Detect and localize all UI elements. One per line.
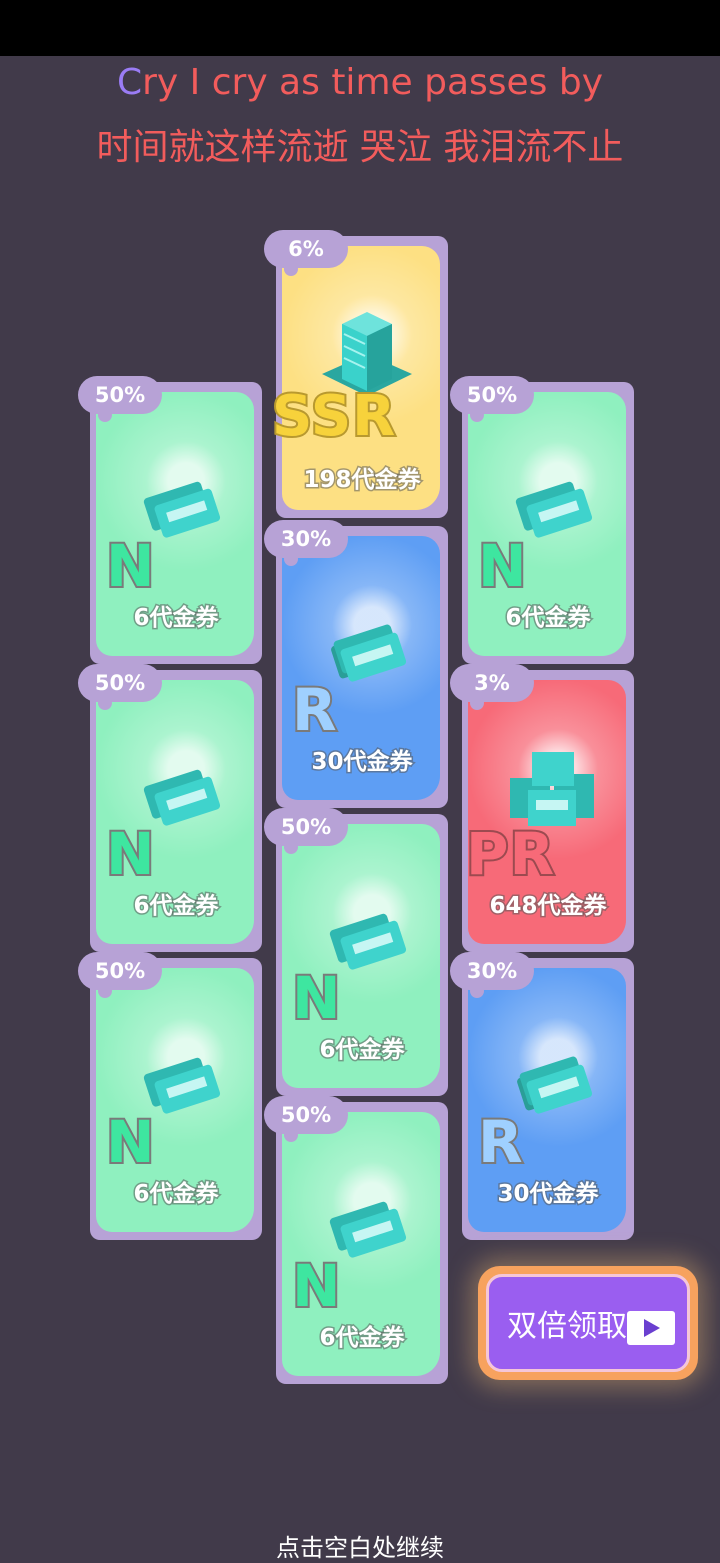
chance-badge: 50%: [450, 376, 534, 422]
reward-card-n[interactable]: 50% N 6代金券: [450, 376, 634, 664]
rank-label: N: [290, 962, 343, 1034]
rank-label: N: [476, 530, 529, 602]
chance-badge: 3%: [450, 664, 534, 710]
reward-label: 6代金券: [132, 1180, 220, 1209]
reward-label: 30代金券: [496, 1180, 600, 1209]
reward-card-n[interactable]: 50% N 6代金券: [78, 664, 262, 952]
rank-label: PR: [464, 818, 556, 890]
reward-card-n[interactable]: 50% N 6代金券: [264, 808, 448, 1096]
reward-label: 198代金券: [302, 466, 422, 495]
chance-badge: 30%: [264, 520, 348, 566]
reward-card-r[interactable]: 30% R 30代金券: [450, 952, 634, 1240]
video-play-icon: [627, 1311, 675, 1345]
chance-badge: 50%: [264, 808, 348, 854]
lyric-line-chinese: 时间就这样流逝 哭泣 我泪流不止: [96, 127, 624, 168]
rank-label: N: [104, 818, 157, 890]
chance-badge: 50%: [78, 376, 162, 422]
lyric-highlight: C: [116, 62, 143, 103]
reward-label: 30代金券: [310, 748, 414, 777]
reward-label: 6代金券: [318, 1324, 406, 1353]
chance-badge: 50%: [78, 664, 162, 710]
rank-label: R: [290, 674, 339, 746]
status-bar: [0, 0, 720, 56]
chance-badge: 6%: [264, 230, 348, 276]
reward-label: 648代金券: [488, 892, 608, 921]
continue-hint[interactable]: 点击空白处继续: [0, 1528, 720, 1563]
chance-badge: 30%: [450, 952, 534, 998]
rank-label: N: [104, 1106, 157, 1178]
rank-label: N: [290, 1250, 343, 1322]
reward-card-n[interactable]: 50% N 6代金券: [264, 1096, 448, 1384]
reward-card-ssr[interactable]: 6% SSR 198代金券: [264, 230, 448, 518]
rank-label: N: [104, 530, 157, 602]
double-claim-label: 双倍领取: [507, 1309, 627, 1344]
reward-label: 6代金券: [318, 1036, 406, 1065]
lyric-rest: ry I cry as time passes by: [142, 62, 604, 103]
reward-card-pr[interactable]: 3% PR 648代金券: [450, 664, 634, 952]
reward-label: 6代金券: [132, 892, 220, 921]
rank-label: R: [476, 1106, 525, 1178]
chance-badge: 50%: [264, 1096, 348, 1142]
reward-card-n[interactable]: 50% N 6代金券: [78, 376, 262, 664]
lyric-line-english: Cry I cry as time passes by: [0, 62, 720, 103]
reward-label: 6代金券: [504, 604, 592, 633]
reward-card-r[interactable]: 30% R 30代金券: [264, 520, 448, 808]
rank-label: SSR: [270, 382, 397, 451]
reward-label: 6代金券: [132, 604, 220, 633]
chance-badge: 50%: [78, 952, 162, 998]
reward-card-n[interactable]: 50% N 6代金券: [78, 952, 262, 1240]
double-claim-button[interactable]: 双倍领取: [478, 1266, 698, 1380]
